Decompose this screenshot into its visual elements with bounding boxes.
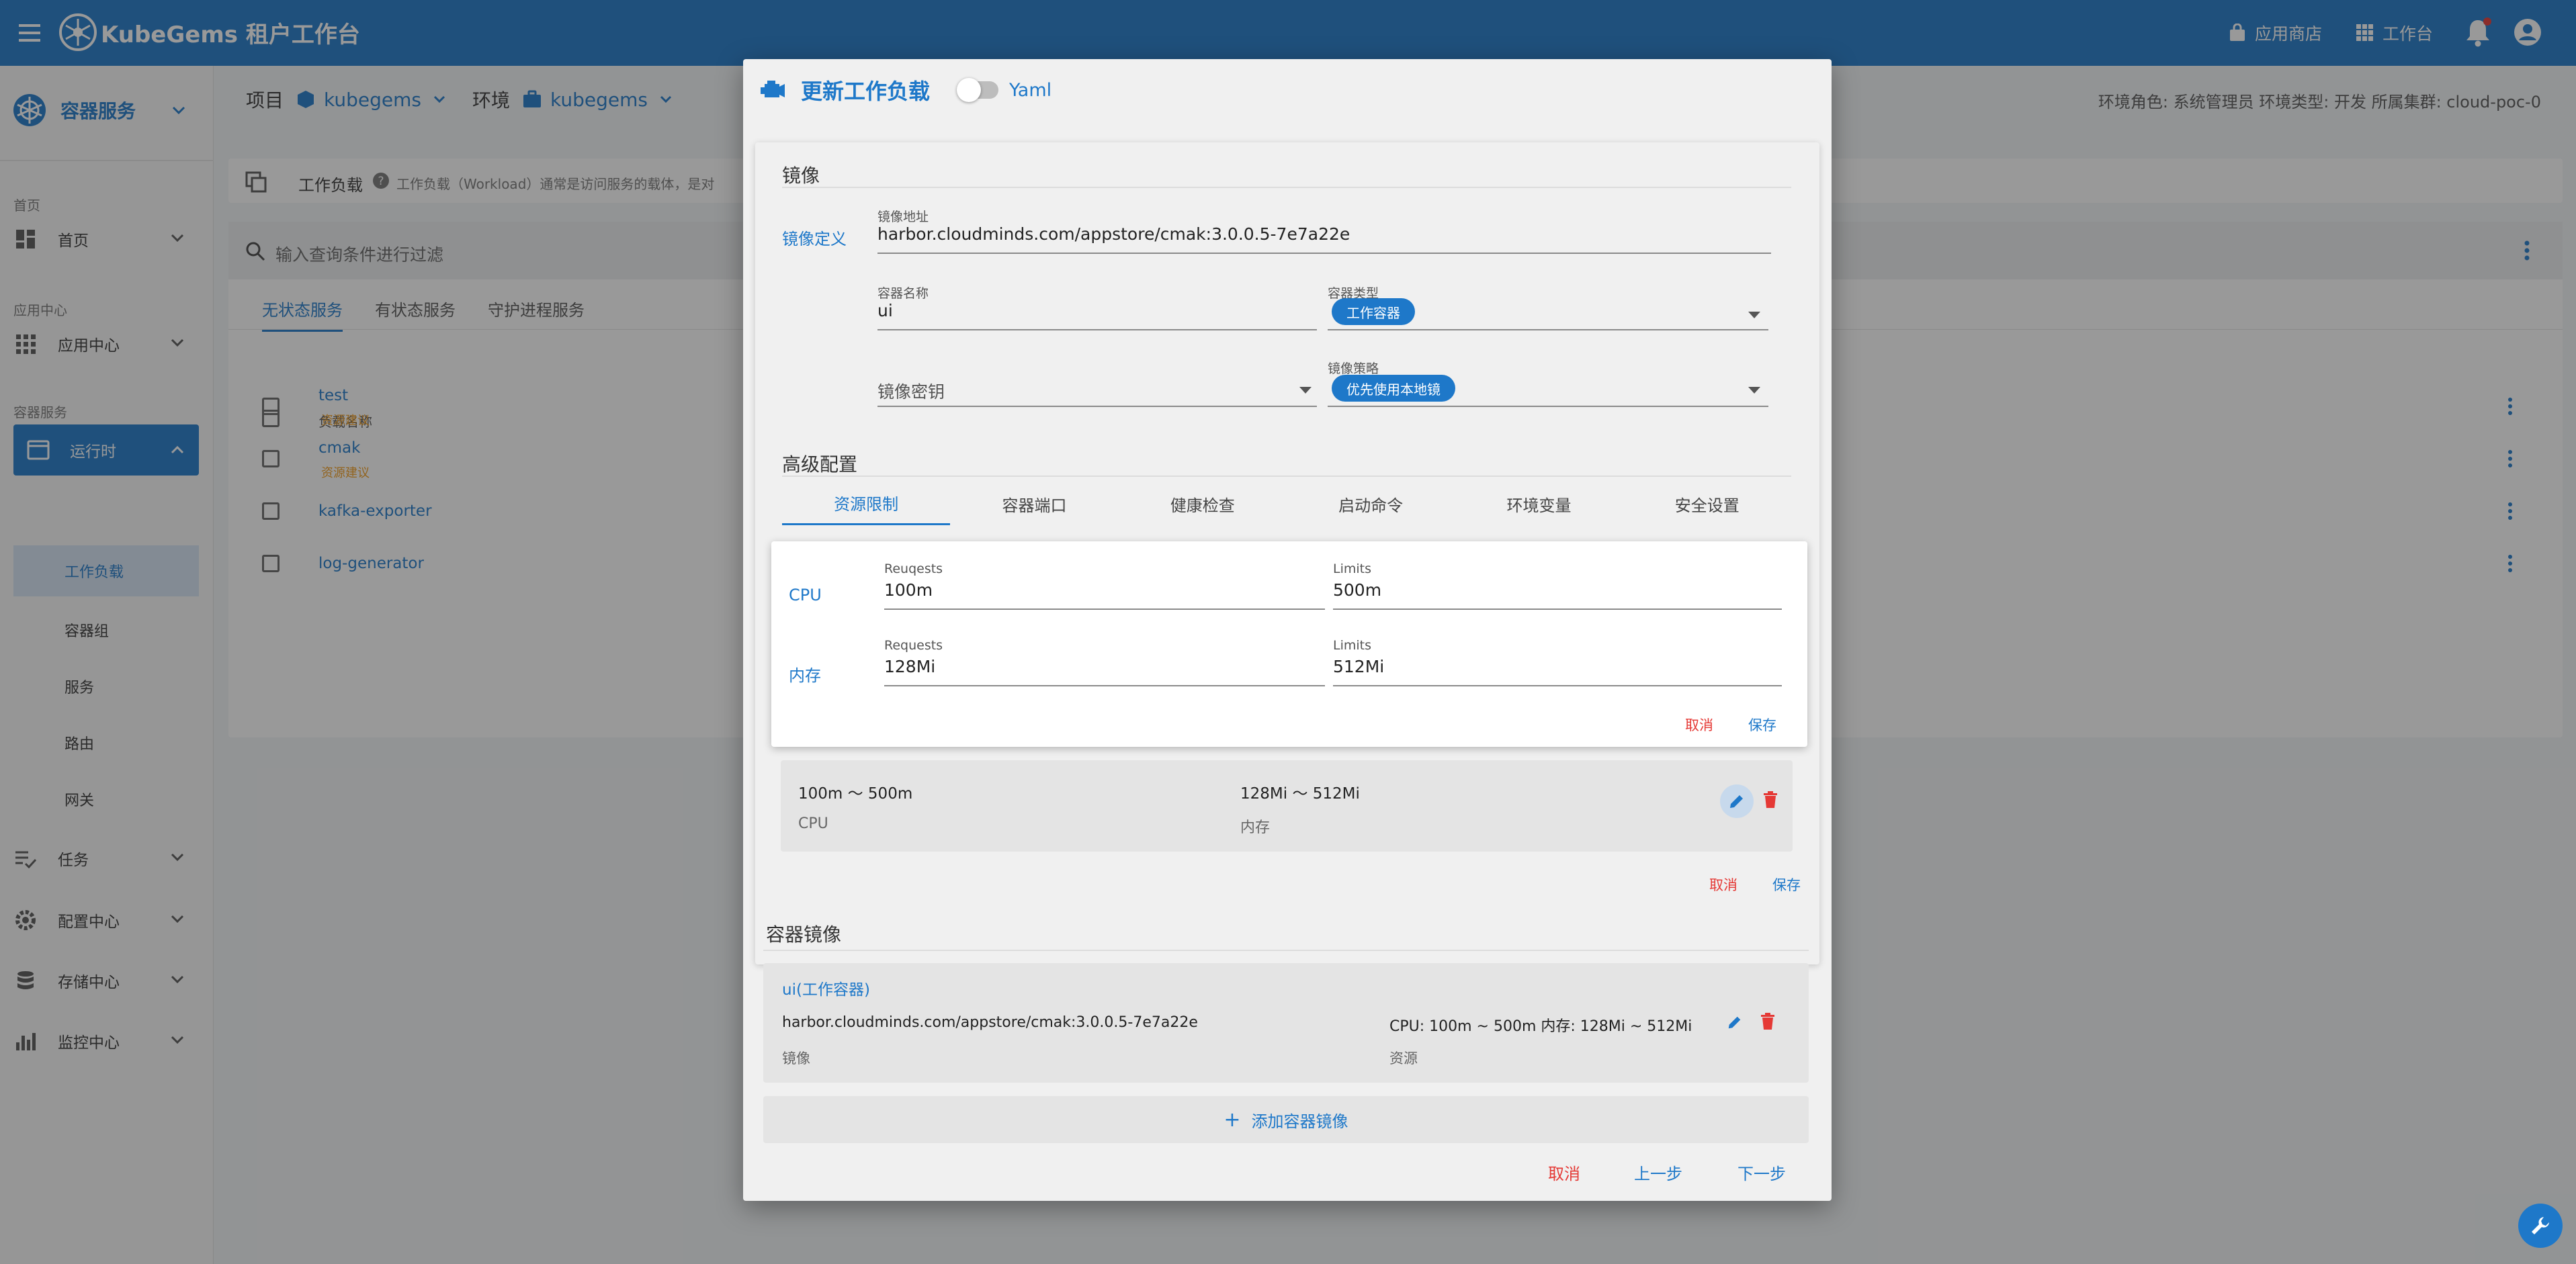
summary-memory-value: 128Mi ～ 512Mi <box>1240 785 1360 803</box>
add-container-image-button[interactable]: + 添加容器镜像 <box>763 1096 1809 1143</box>
resource-limit-editor: CPU Reuqests 100m Limits 500m 内存 Request… <box>771 541 1807 747</box>
field-underline <box>1328 406 1768 407</box>
pencil-icon <box>1730 795 1743 808</box>
previous-step-button[interactable]: 上一步 <box>1634 1161 1682 1184</box>
memory-label: 内存 <box>789 666 821 685</box>
cpu-limits-label: Limits <box>1333 561 1371 576</box>
container-editor-card: 镜像 镜像定义 镜像地址 harbor.cloudminds.com/appst… <box>755 142 1819 964</box>
pencil-icon[interactable] <box>1727 1014 1743 1030</box>
mem-limits-input[interactable]: 512Mi <box>1333 657 1384 676</box>
container-name-label: 容器名称 <box>877 286 929 301</box>
tab-security[interactable]: 安全设置 <box>1623 482 1791 525</box>
resource-save-button[interactable]: 保存 <box>1748 715 1776 735</box>
advanced-section-title: 高级配置 <box>782 453 858 476</box>
tab-container-ports[interactable]: 容器端口 <box>950 482 1118 525</box>
image-section-title: 镜像 <box>782 165 820 187</box>
dropdown-caret-icon[interactable] <box>1748 312 1760 318</box>
field-underline <box>1333 685 1782 686</box>
engine-icon <box>761 81 785 97</box>
cpu-requests-input[interactable]: 100m <box>884 580 933 600</box>
section-divider <box>782 476 1791 477</box>
field-underline <box>877 406 1317 407</box>
tab-startup-command[interactable]: 启动命令 <box>1287 482 1455 525</box>
edit-resource-button[interactable] <box>1720 784 1754 818</box>
trash-icon[interactable] <box>1760 1013 1775 1030</box>
mem-limits-label: Limits <box>1333 638 1371 653</box>
cpu-requests-label: Reuqests <box>884 561 943 576</box>
next-step-button[interactable]: 下一步 <box>1737 1161 1786 1184</box>
floating-tools-button[interactable] <box>2518 1204 2563 1248</box>
field-underline <box>1328 329 1768 330</box>
add-container-image-label: 添加容器镜像 <box>1251 1112 1348 1131</box>
yaml-toggle[interactable] <box>957 78 999 102</box>
section-save-button[interactable]: 保存 <box>1772 874 1801 895</box>
field-underline <box>884 608 1325 610</box>
image-policy-label: 镜像策略 <box>1328 361 1379 376</box>
toggle-knob <box>957 78 982 102</box>
tab-health-check[interactable]: 健康检查 <box>1119 482 1287 525</box>
image-policy-chip[interactable]: 优先使用本地镜 <box>1332 375 1455 402</box>
summary-memory-label: 内存 <box>1240 819 1271 836</box>
field-underline <box>877 329 1317 330</box>
image-definition-label: 镜像定义 <box>782 230 847 249</box>
footer-cancel-button[interactable]: 取消 <box>1548 1161 1580 1184</box>
summary-cpu-label: CPU <box>798 815 828 832</box>
advanced-tabs: 资源限制 容器端口 健康检查 启动命令 环境变量 安全设置 <box>782 482 1791 525</box>
container-name-input[interactable]: ui <box>877 301 893 320</box>
container-image-address: harbor.cloudminds.com/appstore/cmak:3.0.… <box>782 1014 1198 1031</box>
field-underline <box>1333 608 1782 610</box>
field-underline <box>884 685 1325 686</box>
dialog-header: 更新工作负载 Yaml <box>759 73 1051 107</box>
trash-icon[interactable] <box>1763 791 1778 809</box>
wrench-icon <box>2532 1217 2549 1234</box>
image-secret-select[interactable]: 镜像密钥 <box>877 379 945 403</box>
container-image-title[interactable]: ui(工作容器) <box>782 977 870 999</box>
dropdown-caret-icon[interactable] <box>1748 387 1760 394</box>
image-address-label: 镜像地址 <box>877 210 929 224</box>
resource-summary: 100m ～ 500m CPU 128Mi ～ 512Mi 内存 <box>781 760 1793 852</box>
container-images-title: 容器镜像 <box>766 923 842 946</box>
field-underline <box>877 253 1771 254</box>
container-type-chip[interactable]: 工作容器 <box>1332 298 1415 325</box>
yaml-toggle-label: Yaml <box>1009 79 1052 101</box>
cpu-limits-input[interactable]: 500m <box>1333 580 1381 600</box>
mem-requests-input[interactable]: 128Mi <box>884 657 935 676</box>
section-divider <box>763 950 1809 951</box>
resource-cancel-button[interactable]: 取消 <box>1685 715 1713 735</box>
plus-icon: + <box>1223 1108 1241 1132</box>
mem-requests-label: Requests <box>884 638 943 653</box>
container-resource-value: CPU: 100m ~ 500m 内存: 128Mi ~ 512Mi <box>1389 1018 1692 1035</box>
cpu-label: CPU <box>789 586 822 604</box>
update-workload-dialog: 更新工作负载 Yaml 镜像 镜像定义 镜像地址 harbor.cloudmin… <box>743 59 1832 1201</box>
tab-env-vars[interactable]: 环境变量 <box>1455 482 1623 525</box>
container-image-label: 镜像 <box>782 1050 810 1067</box>
dialog-title: 更新工作负载 <box>801 79 931 104</box>
tab-resource-limits[interactable]: 资源限制 <box>782 482 951 525</box>
image-address-input[interactable]: harbor.cloudminds.com/appstore/cmak:3.0.… <box>877 224 1350 244</box>
container-image-card: ui(工作容器) harbor.cloudminds.com/appstore/… <box>763 963 1809 1083</box>
section-cancel-button[interactable]: 取消 <box>1709 874 1737 895</box>
dropdown-caret-icon[interactable] <box>1299 387 1312 394</box>
summary-cpu-value: 100m ～ 500m <box>798 785 913 803</box>
container-resource-label: 资源 <box>1389 1050 1418 1067</box>
section-divider <box>782 187 1791 188</box>
